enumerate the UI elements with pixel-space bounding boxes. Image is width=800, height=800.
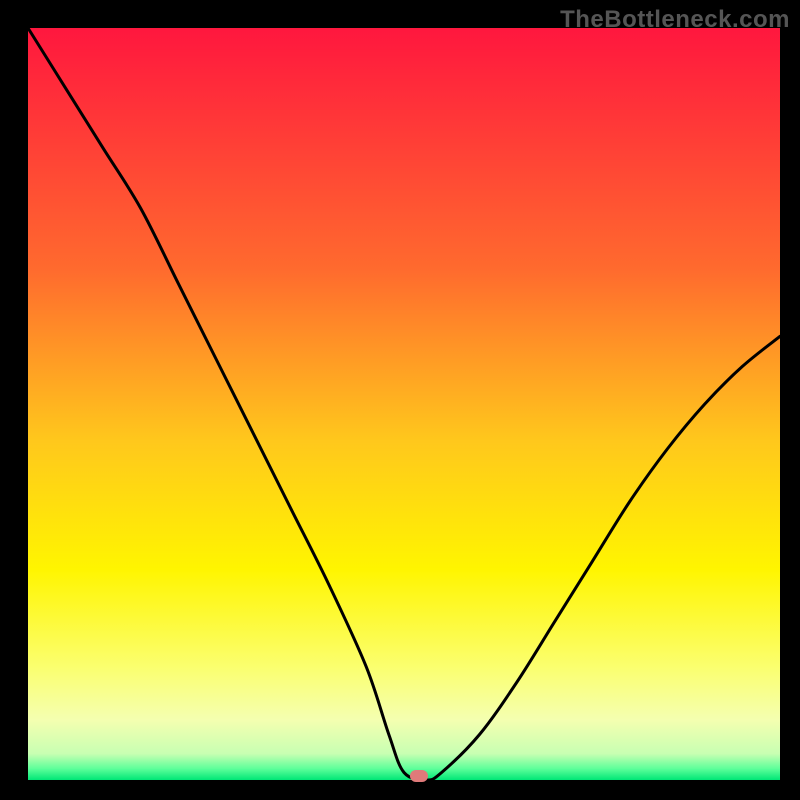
chart-svg xyxy=(0,0,800,800)
optimum-marker xyxy=(410,770,428,782)
chart-container: TheBottleneck.com xyxy=(0,0,800,800)
plot-background xyxy=(28,28,780,780)
watermark-text: TheBottleneck.com xyxy=(560,6,790,34)
